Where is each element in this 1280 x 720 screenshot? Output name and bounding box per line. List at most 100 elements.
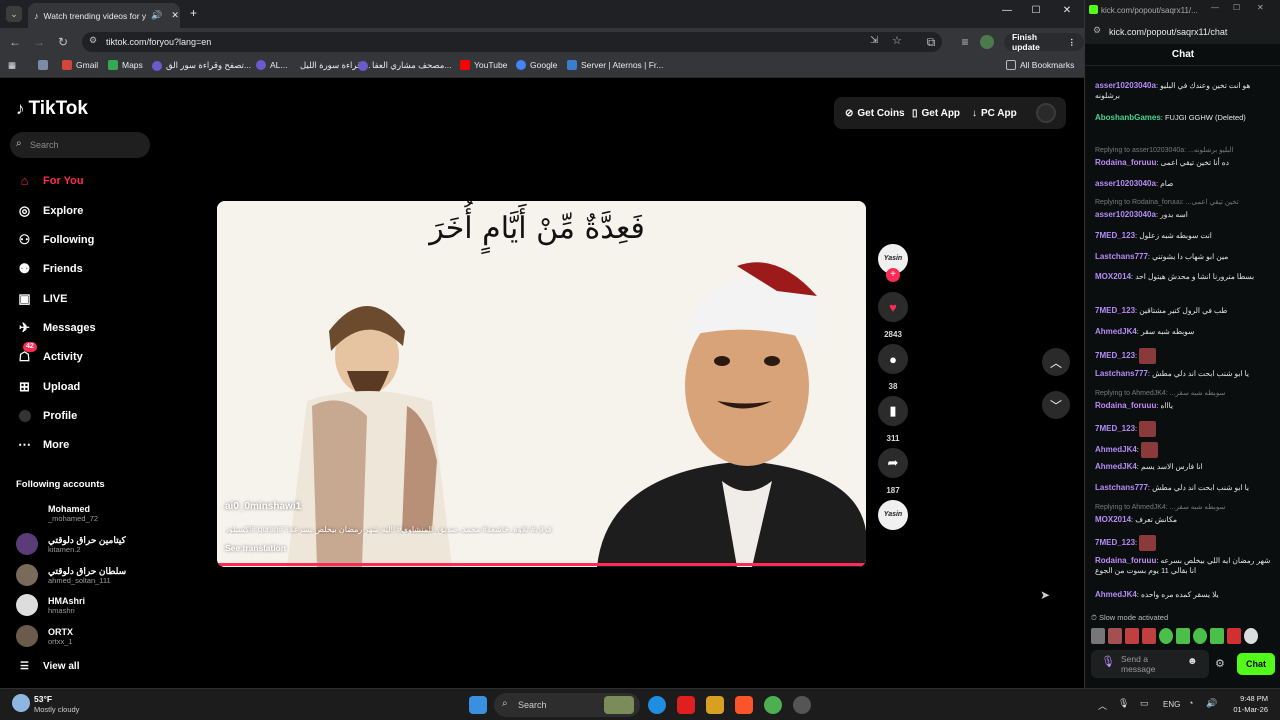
site-info-icon[interactable]: ⚙ xyxy=(1093,25,1101,36)
reload-icon[interactable]: ↻ xyxy=(54,33,72,51)
bookmark-maps[interactable]: Maps xyxy=(108,60,143,70)
minimize-icon[interactable]: — xyxy=(998,5,1016,16)
tray-chevron-up-icon[interactable]: ︿ xyxy=(1098,699,1107,712)
chat-username[interactable]: asser10203040a xyxy=(1095,210,1156,219)
comment-icon[interactable]: ● xyxy=(878,344,908,374)
chat-message-input[interactable]: 🎙 Send a message ☻ xyxy=(1091,650,1209,678)
tiktok-logo[interactable]: ♪ TikTok xyxy=(16,98,88,120)
clock-date[interactable]: 01-Mar-26 xyxy=(1230,705,1268,714)
close-window-icon[interactable]: ✕ xyxy=(1058,5,1076,16)
chat-username[interactable]: MOX2014 xyxy=(1095,272,1131,281)
emote-icon[interactable] xyxy=(1227,628,1241,644)
bookmark-mushaf[interactable]: مصحف مشاري العفا... xyxy=(358,60,451,71)
taskbar-search-box[interactable]: ⌕ Search xyxy=(494,693,640,717)
minimize-icon[interactable]: — xyxy=(1211,3,1219,12)
finish-update-button[interactable]: Finish update ⋮ xyxy=(1004,32,1084,52)
install-icon[interactable]: ⇲ xyxy=(870,35,878,46)
nav-friends[interactable]: ⚉ Friends xyxy=(16,260,83,277)
bookmark-aternos[interactable]: Server | Aternos | Fr... xyxy=(567,60,663,70)
account-item[interactable]: HMAshri hmashri xyxy=(16,594,85,616)
forward-icon[interactable]: → xyxy=(30,33,48,51)
chat-username[interactable]: 7MED_123 xyxy=(1095,306,1135,315)
app-r-icon[interactable] xyxy=(706,696,724,714)
bookmark-star-icon[interactable]: ☆ xyxy=(892,34,902,47)
tray-app-icon[interactable]: ▭ xyxy=(1140,698,1149,709)
youtube-app-icon[interactable] xyxy=(677,696,695,714)
maximize-icon[interactable]: ☐ xyxy=(1233,3,1240,12)
comment-action[interactable]: ● 38 xyxy=(878,344,908,391)
tab-tiktok[interactable]: ♪ Watch trending videos for y 🔊 ✕ xyxy=(28,3,180,28)
save-action[interactable]: ▮ 311 xyxy=(878,396,908,443)
get-coins-button[interactable]: ⊘ Get Coins xyxy=(845,100,905,126)
emote-icon[interactable] xyxy=(1142,628,1156,644)
all-bookmarks[interactable]: All Bookmarks xyxy=(1006,60,1074,70)
brave-icon[interactable] xyxy=(735,696,753,714)
emote-icon[interactable] xyxy=(1091,628,1105,644)
next-video-chevron-down-icon[interactable]: ﹀ xyxy=(1042,391,1070,419)
emote-icon[interactable] xyxy=(1244,628,1258,644)
nav-live[interactable]: ▣ LIVE xyxy=(16,290,67,307)
share-icon[interactable]: ➦ xyxy=(878,448,908,478)
nav-activity[interactable]: ☖ Activity 42 xyxy=(16,342,83,365)
chat-username[interactable]: Lastchans777 xyxy=(1095,483,1148,492)
nav-for-you[interactable]: ⌂ For You xyxy=(16,172,84,189)
site-info-icon[interactable]: ⚙ xyxy=(89,35,97,46)
chat-username[interactable]: AhmedJK4 xyxy=(1095,327,1137,336)
emote-icon[interactable] xyxy=(1193,628,1207,644)
chat-username[interactable]: Lastchans777 xyxy=(1095,252,1148,261)
nav-profile[interactable]: Profile xyxy=(16,407,77,424)
nav-explore[interactable]: ◎ Explore xyxy=(16,202,84,219)
maximize-icon[interactable]: ☐ xyxy=(1027,5,1045,16)
account-item[interactable]: سلطان حراق دلوقتي ahmed_soltan_111 xyxy=(16,564,126,586)
emoji-icon[interactable]: ☻ xyxy=(1187,657,1198,667)
bookmark-al[interactable]: AL... xyxy=(256,60,287,70)
account-item[interactable]: كيتامين حراق دلوقتي kitamen.2 xyxy=(16,533,126,555)
back-icon[interactable]: ← xyxy=(6,33,24,51)
clock-time[interactable]: 9:48 PM xyxy=(1236,694,1268,703)
previous-video-chevron-up-icon[interactable]: ︿ xyxy=(1042,348,1070,376)
get-app-button[interactable]: ▯ Get App xyxy=(912,100,960,126)
edge-icon[interactable] xyxy=(648,696,666,714)
nav-messages[interactable]: ✈ Messages xyxy=(16,319,96,336)
bookmark-gmail[interactable]: Gmail xyxy=(62,60,98,70)
send-chat-button[interactable]: Chat xyxy=(1237,653,1275,675)
user-avatar[interactable] xyxy=(1036,103,1056,123)
wifi-icon[interactable]: ◔ xyxy=(1188,698,1193,708)
apps-grid-icon[interactable]: ▦ xyxy=(8,60,16,71)
creator-avatar[interactable]: Yasin + xyxy=(878,244,908,282)
extensions-icon[interactable]: ⧉ xyxy=(922,33,940,51)
sound-disc[interactable]: Yasin xyxy=(878,500,908,530)
bookmark-folder-icon[interactable] xyxy=(38,60,48,70)
emote-icon[interactable] xyxy=(1125,628,1139,644)
chat-username[interactable]: AhmedJK4 xyxy=(1095,590,1137,599)
chat-username[interactable]: 7MED_123 xyxy=(1095,538,1135,547)
nav-upload[interactable]: ⊞ Upload xyxy=(16,378,80,395)
windows-start-icon[interactable] xyxy=(469,696,487,714)
pc-app-button[interactable]: ↓ PC App xyxy=(972,100,1017,126)
chat-username[interactable]: Rodaina_foruuu xyxy=(1095,556,1156,565)
tray-mic-icon[interactable]: 🎙 xyxy=(1118,698,1129,709)
chat-username[interactable]: AboshanbGames xyxy=(1095,113,1161,122)
microphone-icon[interactable]: 🎙 xyxy=(1101,657,1115,668)
chat-username[interactable]: 7MED_123 xyxy=(1095,424,1135,433)
chat-username[interactable]: asser10203040a xyxy=(1095,81,1156,90)
chat-username[interactable]: 7MED_123 xyxy=(1095,231,1135,240)
share-action[interactable]: ➦ 187 xyxy=(878,448,908,495)
bookmark-quran-read[interactable]: تصفح وقراءة سور الق... xyxy=(152,60,251,71)
chrome-icon[interactable] xyxy=(764,696,782,714)
nav-more[interactable]: ⋯ More xyxy=(16,436,69,453)
input-language[interactable]: ENG xyxy=(1163,700,1180,709)
heart-icon[interactable]: ♥ xyxy=(878,292,908,322)
chat-username[interactable]: AhmedJK4 xyxy=(1095,445,1137,454)
video-author[interactable]: ai0_0minshawi1 xyxy=(225,501,301,512)
chat-username[interactable]: Rodaina_foruuu xyxy=(1095,401,1156,410)
bookmark-google[interactable]: Google xyxy=(516,60,557,70)
like-action[interactable]: ♥ 2843 xyxy=(878,292,908,339)
settings-gear-icon[interactable]: ⚙ xyxy=(1215,657,1225,670)
bookmark-youtube[interactable]: YouTube xyxy=(460,60,507,70)
chat-url-bar[interactable]: ⚙ kick.com/popout/saqrx11/chat xyxy=(1085,20,1280,44)
search-input[interactable]: ⌕ Search xyxy=(10,132,150,158)
chat-username[interactable]: AhmedJK4 xyxy=(1095,462,1137,471)
weather-cloud-icon[interactable] xyxy=(12,694,30,712)
chat-username[interactable]: Rodaina_foruuu xyxy=(1095,158,1156,167)
